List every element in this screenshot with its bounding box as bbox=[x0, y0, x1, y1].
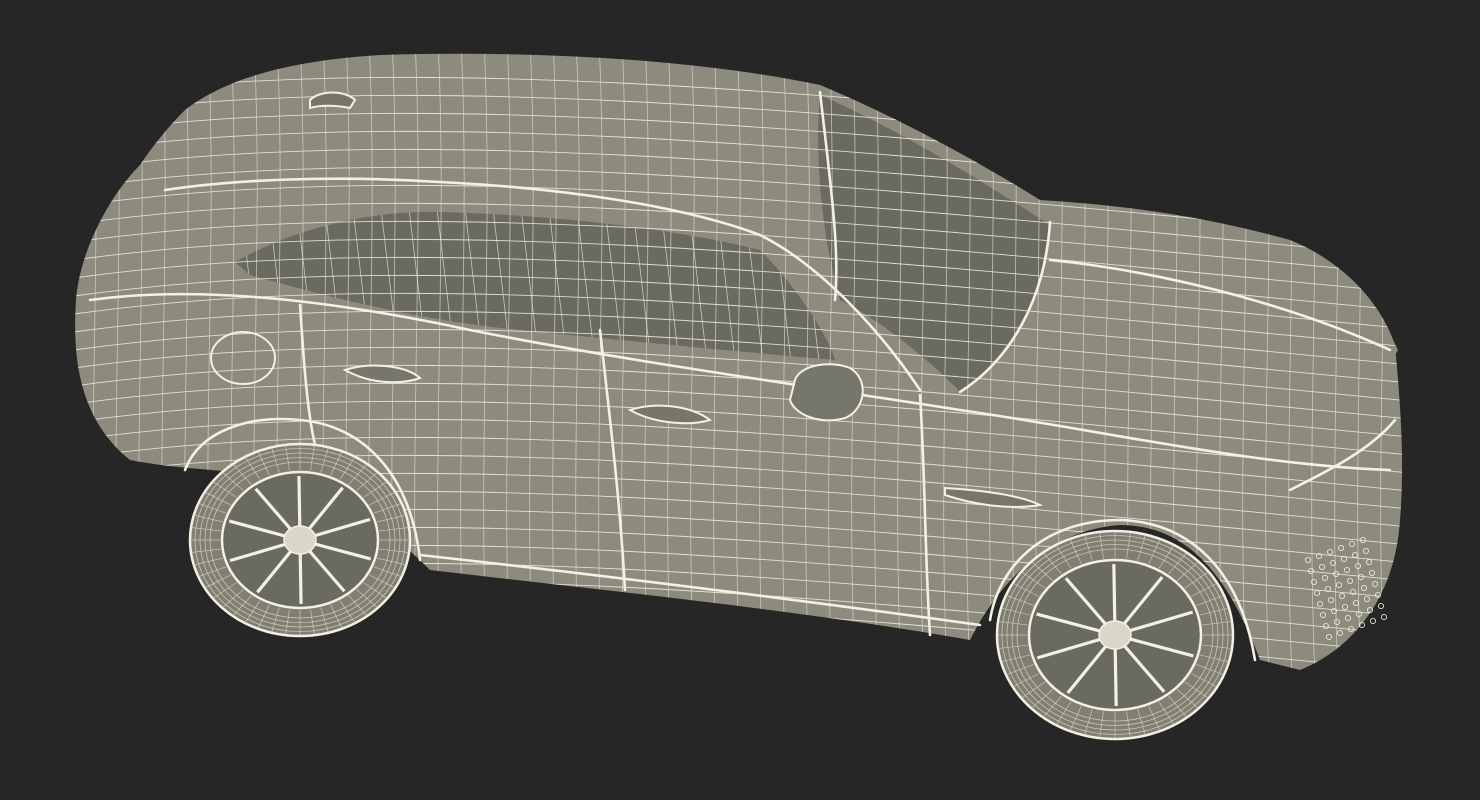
rear-wheel bbox=[188, 442, 412, 638]
render-viewport bbox=[0, 0, 1480, 800]
mesh-line-vertical bbox=[1404, 40, 1408, 700]
grille-cell bbox=[1370, 618, 1377, 625]
front-wheel bbox=[995, 529, 1235, 741]
wheel-hub bbox=[283, 525, 317, 555]
grille-cell bbox=[1378, 603, 1385, 610]
car-wireframe-render bbox=[70, 40, 1431, 741]
mesh-line-vertical bbox=[1427, 40, 1431, 700]
wheel-hub bbox=[1098, 620, 1132, 650]
mesh-line-vertical bbox=[70, 40, 74, 700]
side-mirror bbox=[788, 363, 864, 422]
roof-antenna bbox=[309, 91, 357, 110]
grille-cell bbox=[1381, 614, 1388, 621]
